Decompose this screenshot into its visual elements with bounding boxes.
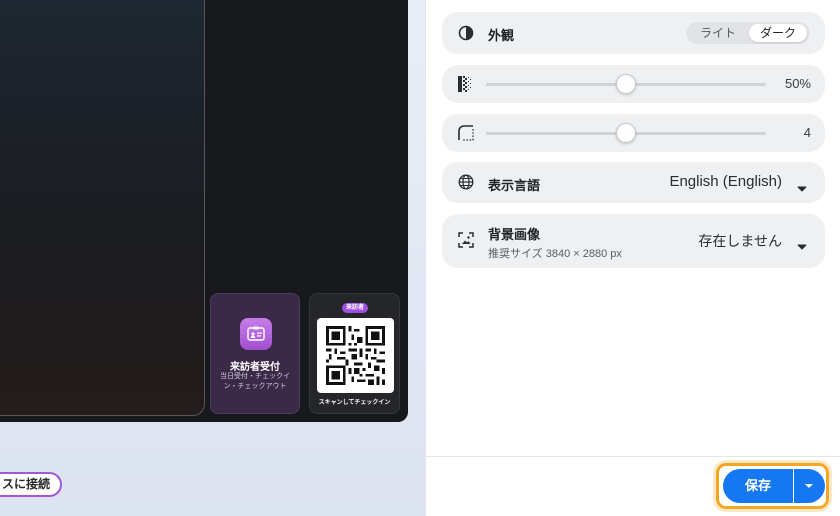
save-button[interactable]: 保存: [723, 469, 793, 503]
preview-area: 来訪者受付 当日受付・チェックイン・チェックアウト 来訪者 スキャンしてチェック…: [0, 0, 425, 516]
footer-divider: [426, 456, 840, 457]
id-card-icon: [240, 318, 272, 350]
opacity-value: 50%: [784, 76, 811, 91]
connect-device-button[interactable]: スに接続: [0, 472, 63, 497]
appearance-label: 外観: [488, 28, 515, 43]
language-label: 表示言語: [488, 178, 541, 193]
appearance-option-dark[interactable]: ダーク: [749, 24, 807, 42]
corner-radius-row: 4: [442, 114, 825, 152]
appearance-option-light[interactable]: ライト: [690, 24, 746, 42]
screen-preview-panel: [0, 0, 205, 416]
qr-caption: スキャンしてチェックイン: [318, 400, 391, 406]
background-image-label: 背景画像: [488, 227, 541, 242]
appearance-toggle: ライト ダーク: [686, 22, 810, 44]
visitor-tile-title: 来訪者受付: [230, 362, 280, 373]
appearance-row: 外観 ライト ダーク: [442, 12, 825, 54]
background-image-select-value[interactable]: 存在しません: [698, 231, 782, 251]
corner-radius-slider-thumb[interactable]: [616, 123, 636, 143]
background-image-row[interactable]: 背景画像 推奨サイズ 3840 × 2880 px 存在しません: [442, 214, 825, 268]
settings-panel: 外観 ライト ダーク 50% 4 表示言語 English (English) …: [425, 0, 840, 516]
chevron-down-icon[interactable]: [797, 237, 807, 255]
opacity-row: 50%: [442, 65, 825, 103]
visitor-reception-tile[interactable]: 来訪者受付 当日受付・チェックイン・チェックアウト: [210, 293, 300, 414]
corner-radius-icon: [458, 125, 474, 146]
opacity-slider-thumb[interactable]: [616, 74, 636, 94]
chevron-down-icon[interactable]: [797, 179, 807, 197]
qr-badge: 来訪者: [342, 303, 369, 313]
opacity-icon: [458, 76, 472, 97]
image-icon: [458, 232, 474, 253]
background-image-hint: 推奨サイズ 3840 × 2880 px: [488, 248, 622, 260]
qr-checkin-tile[interactable]: 来訪者 スキャンしてチェックイン: [309, 293, 400, 414]
qr-code: [317, 318, 394, 393]
language-row[interactable]: 表示言語 English (English): [442, 162, 825, 203]
globe-icon: [458, 174, 474, 195]
corner-radius-value: 4: [803, 125, 811, 140]
contrast-icon: [458, 25, 474, 46]
visitor-tile-subtitle: 当日受付・チェックイン・チェックアウト: [220, 373, 290, 390]
language-select-value[interactable]: English (English): [669, 173, 782, 190]
